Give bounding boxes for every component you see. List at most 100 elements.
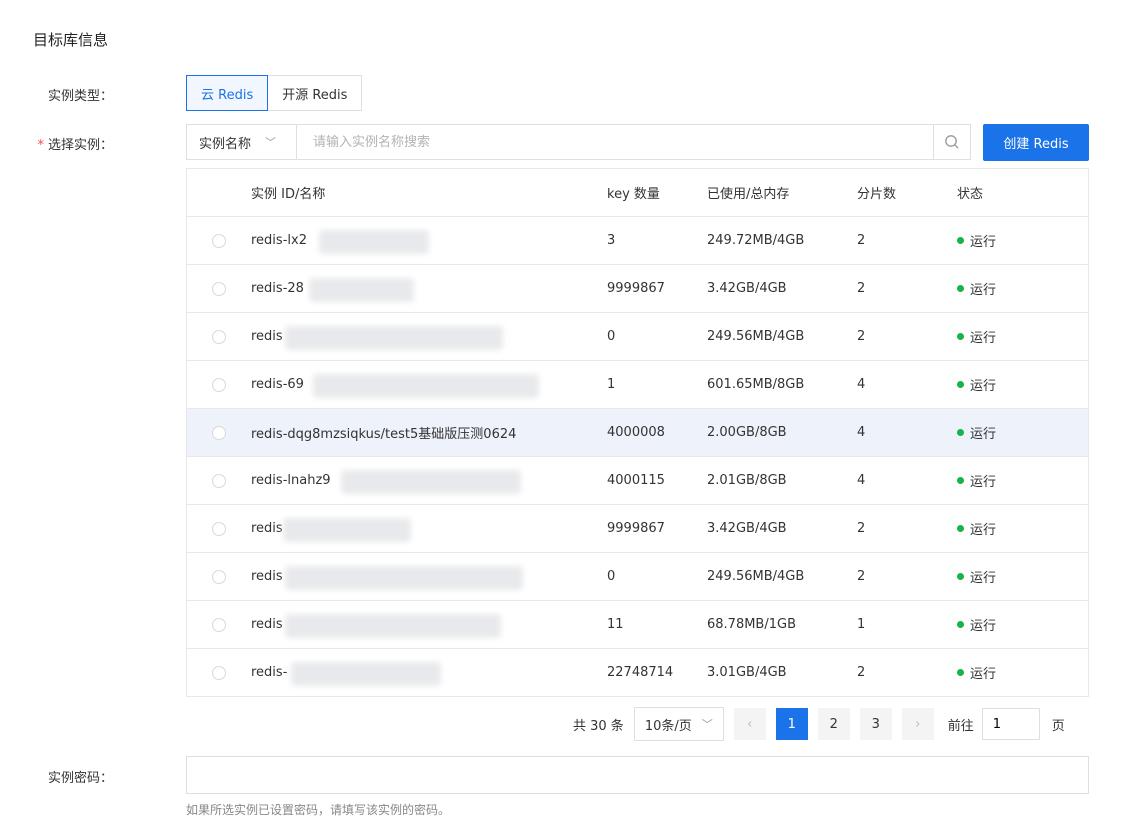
table-row[interactable]: redis-lnahz9 4000115 2.01GB/8GB 4 运行 [187, 457, 1088, 505]
shard-count: 1 [857, 617, 866, 632]
page-button-2[interactable]: 2 [817, 708, 850, 740]
memory-usage: 68.78MB/1GB [707, 617, 796, 632]
redacted-mask [291, 662, 441, 686]
status-dot-icon [957, 429, 964, 436]
key-count: 4000115 [607, 473, 665, 488]
shard-count: 4 [857, 473, 866, 488]
table-row[interactable]: redis 0 249.56MB/4GB 2 运行 [187, 313, 1088, 361]
status-dot-icon [957, 285, 964, 292]
status-text: 运行 [970, 667, 997, 682]
column-header-memory: 已使用/总内存 [707, 187, 790, 202]
redacted-mask [285, 566, 523, 590]
key-count: 22748714 [607, 665, 674, 680]
instance-type-toggle: 云 Redis 开源 Redis [186, 75, 363, 111]
shard-count: 4 [857, 377, 866, 392]
key-count: 0 [607, 569, 616, 584]
instance-type-label: 实例类型： [47, 89, 113, 104]
table-row[interactable]: redis-69 1 601.65MB/8GB 4 运行 [187, 361, 1088, 409]
row-radio[interactable] [212, 425, 226, 440]
table-row[interactable]: redis- 22748714 3.01GB/4GB 2 运行 [187, 649, 1088, 697]
page-size-value: 10条/页 [644, 718, 692, 734]
status-dot-icon [957, 381, 964, 388]
memory-usage: 3.01GB/4GB [707, 665, 787, 680]
instance-id: redis-lnahz9 [251, 473, 331, 488]
redacted-mask [285, 326, 503, 350]
shard-count: 2 [857, 521, 866, 536]
instance-id: redis [251, 617, 283, 632]
row-radio[interactable] [212, 617, 226, 632]
status-text: 运行 [970, 475, 997, 490]
key-count: 3 [607, 233, 616, 248]
status-text: 运行 [970, 523, 997, 538]
section-title: 目标库信息 [33, 31, 109, 49]
table-row-hovered[interactable]: redis-dqg8mzsiqkus/test5基础版压测0624 400000… [187, 409, 1088, 457]
status-text: 运行 [970, 283, 997, 298]
table-row[interactable]: redis 0 249.56MB/4GB 2 运行 [187, 553, 1088, 601]
row-radio[interactable] [212, 233, 226, 248]
search-field-select[interactable]: 实例名称 ﹀ [187, 125, 297, 159]
select-instance-label: * 选择实例： [33, 134, 113, 153]
instance-search-input[interactable] [297, 124, 933, 160]
instance-table: 实例 ID/名称 key 数量 已使用/总内存 分片数 状态 redis-lx2… [186, 168, 1089, 697]
row-radio[interactable] [212, 329, 226, 344]
total-count: 共 30 条 [573, 718, 624, 734]
next-page-button[interactable]: › [901, 708, 934, 740]
row-radio[interactable] [212, 521, 226, 536]
cloud-redis-option[interactable]: 云 Redis [186, 75, 269, 111]
shard-count: 2 [857, 569, 866, 584]
open-source-redis-option[interactable]: 开源 Redis [267, 75, 363, 111]
memory-usage: 2.00GB/8GB [707, 425, 787, 440]
memory-usage: 249.56MB/4GB [707, 569, 805, 584]
redacted-mask [341, 470, 521, 494]
table-header: 实例 ID/名称 key 数量 已使用/总内存 分片数 状态 [187, 169, 1088, 217]
memory-usage: 601.65MB/8GB [707, 377, 805, 392]
table-row[interactable]: redis 11 68.78MB/1GB 1 运行 [187, 601, 1088, 649]
instance-id: redis- [251, 665, 288, 680]
row-radio[interactable] [212, 281, 226, 296]
column-header-keys: key 数量 [607, 187, 660, 202]
page-size-select[interactable]: 10条/页 ﹀ [633, 707, 724, 741]
search-icon [945, 135, 959, 149]
row-radio[interactable] [212, 665, 226, 680]
shard-count: 2 [857, 281, 866, 296]
prev-page-button[interactable]: ‹ [733, 708, 766, 740]
redacted-mask [309, 278, 414, 302]
page-button-1[interactable]: 1 [775, 708, 808, 740]
row-radio[interactable] [212, 377, 226, 392]
search-button[interactable] [933, 125, 970, 159]
status-text: 运行 [970, 619, 997, 634]
status-dot-icon [957, 573, 964, 580]
redacted-mask [285, 614, 501, 638]
instance-id: redis-69 [251, 377, 304, 392]
row-radio[interactable] [212, 569, 226, 584]
goto-page-input[interactable] [981, 708, 1040, 740]
shard-count: 2 [857, 233, 866, 248]
instance-search-bar: 实例名称 ﹀ [186, 124, 971, 160]
memory-usage: 2.01GB/8GB [707, 473, 787, 488]
chevron-down-icon: ﹀ [701, 718, 713, 731]
redacted-mask [313, 374, 539, 398]
memory-usage: 3.42GB/4GB [707, 281, 787, 296]
column-header-shards: 分片数 [857, 187, 897, 202]
table-row[interactable]: redis-lx2 3 249.72MB/4GB 2 运行 [187, 217, 1088, 265]
chevron-down-icon: ﹀ [265, 136, 277, 149]
goto-label: 前往 [947, 718, 974, 734]
row-radio[interactable] [212, 473, 226, 488]
instance-id: redis [251, 329, 283, 344]
status-text: 运行 [970, 235, 997, 250]
select-instance-label-text: 选择实例： [47, 138, 113, 153]
password-input[interactable] [186, 756, 1089, 794]
instance-id: redis [251, 569, 283, 584]
instance-id: redis-28 [251, 281, 304, 296]
key-count: 9999867 [607, 281, 665, 296]
key-count: 0 [607, 329, 616, 344]
redacted-mask [319, 230, 429, 254]
redacted-mask [283, 518, 411, 542]
status-dot-icon [957, 477, 964, 484]
page-button-3[interactable]: 3 [859, 708, 892, 740]
create-redis-button[interactable]: 创建 Redis [983, 124, 1089, 161]
table-row[interactable]: redis 9999867 3.42GB/4GB 2 运行 [187, 505, 1088, 553]
memory-usage: 249.56MB/4GB [707, 329, 805, 344]
memory-usage: 3.42GB/4GB [707, 521, 787, 536]
table-row[interactable]: redis-28 9999867 3.42GB/4GB 2 运行 [187, 265, 1088, 313]
